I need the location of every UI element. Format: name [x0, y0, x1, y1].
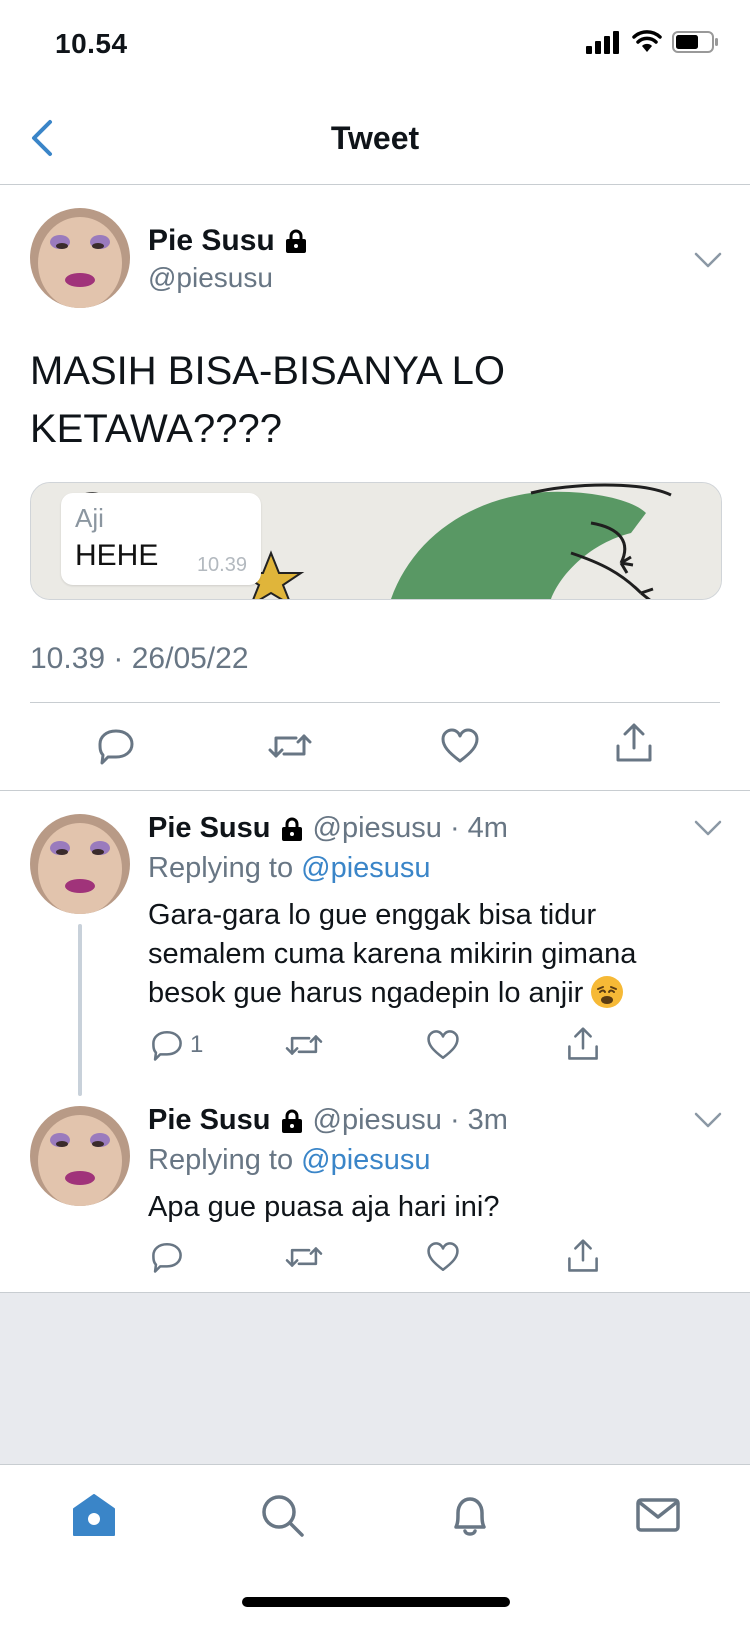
tweet-text: MASIH BISA-BISANYA LO KETAWA???? [30, 349, 505, 451]
notifications-icon[interactable] [446, 1491, 494, 1539]
status-icons [586, 30, 720, 54]
like-icon [427, 1030, 459, 1060]
reply-text: Gara-gara lo gue enggak bisa tidur semal… [148, 899, 637, 1009]
thread-connector-line [78, 924, 82, 1096]
weary-face-emoji [591, 976, 624, 1008]
chat-bubble: Aji HEHE 10.39 [61, 493, 261, 585]
replying-mention-link[interactable]: @piesusu [301, 852, 430, 884]
reply-handle-time: @piesusu · 3m [312, 1104, 508, 1136]
like-button[interactable] [440, 726, 480, 766]
retweet-icon [285, 1247, 323, 1267]
share-button[interactable] [614, 722, 654, 764]
author-name-text: Pie Susu [148, 224, 275, 257]
status-time: 10.54 [55, 28, 128, 59]
chevron-down-icon[interactable] [693, 818, 723, 838]
tweet-media-image[interactable]: Aji HEHE 10.39 [30, 482, 722, 600]
divider [0, 790, 750, 791]
signal-icon [586, 31, 619, 54]
navigation-header: Tweet [0, 100, 750, 185]
search-icon[interactable] [258, 1491, 306, 1539]
reply-handle-time: @piesusu · 4m [312, 812, 508, 844]
author-handle[interactable]: @piesusu [148, 262, 273, 294]
status-bar: 10.54 [0, 0, 750, 90]
chevron-down-icon[interactable] [693, 1110, 723, 1130]
lock-icon [285, 229, 306, 253]
retweet-icon [285, 1035, 323, 1055]
reply-header: Pie Susu @piesusu · 3m [148, 1104, 508, 1137]
replying-prefix: Replying to [148, 1144, 294, 1176]
page-title: Tweet [330, 120, 420, 156]
empty-area [0, 1292, 750, 1465]
reply-icon [152, 1242, 182, 1273]
home-icon[interactable] [70, 1491, 118, 1539]
battery-icon [672, 31, 718, 53]
like-icon [427, 1242, 459, 1272]
avatar[interactable] [30, 814, 130, 914]
avatar[interactable] [30, 208, 130, 308]
replying-prefix: Replying to [148, 852, 294, 884]
tweet-timestamp: 10.39 · 26/05/22 [30, 642, 249, 675]
share-button[interactable] [566, 1238, 600, 1274]
avatar[interactable] [30, 1106, 130, 1206]
retweet-button[interactable] [268, 726, 312, 766]
lock-icon [281, 817, 302, 841]
share-button[interactable] [566, 1026, 600, 1062]
share-icon [568, 1027, 598, 1060]
reply-button[interactable] [96, 726, 136, 766]
replying-to: Replying to @piesusu [148, 852, 431, 885]
divider [30, 702, 720, 703]
reply-icon [152, 1030, 182, 1061]
reply-author-name[interactable]: Pie Susu [148, 1104, 271, 1137]
chat-sender-name: Aji [75, 503, 104, 533]
like-button[interactable] [426, 1028, 460, 1062]
reply-count: 1 [190, 1031, 204, 1058]
chat-message: HEHE [75, 539, 159, 572]
reply-header: Pie Susu @piesusu · 4m [148, 812, 508, 845]
replying-to: Replying to @piesusu [148, 1144, 431, 1177]
reply-button[interactable] [150, 1240, 184, 1274]
messages-icon[interactable] [634, 1491, 682, 1539]
like-icon [441, 728, 479, 763]
home-indicator[interactable] [242, 1597, 510, 1607]
replying-mention-link[interactable]: @piesusu [301, 1144, 430, 1176]
share-icon [568, 1239, 598, 1272]
retweet-icon [268, 734, 312, 758]
share-icon [616, 723, 652, 762]
reply-icon [98, 729, 134, 765]
wifi-icon [632, 30, 662, 52]
reply-author-name[interactable]: Pie Susu [148, 812, 271, 845]
reply-text-block: Gara-gara lo gue enggak bisa tidur semal… [148, 896, 688, 1013]
author-name[interactable]: Pie Susu [148, 224, 309, 258]
reply-button[interactable]: 1 [150, 1028, 203, 1062]
reply-text: Apa gue puasa aja hari ini? [148, 1191, 500, 1223]
chat-time: 10.39 [196, 554, 247, 576]
like-button[interactable] [426, 1240, 460, 1274]
retweet-button[interactable] [285, 1240, 323, 1274]
chevron-down-icon[interactable] [693, 250, 723, 270]
retweet-button[interactable] [285, 1028, 323, 1062]
lock-icon [281, 1109, 302, 1133]
